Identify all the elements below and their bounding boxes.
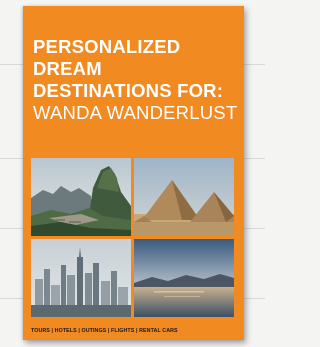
headline-line: DREAM bbox=[33, 58, 102, 79]
recipient-name: WANDA WANDERLUST bbox=[33, 102, 238, 123]
photo-pyramids bbox=[134, 158, 234, 236]
headline: PERSONALIZED DREAM DESTINATIONS FOR: WAN… bbox=[33, 36, 238, 124]
headline-line: PERSONALIZED bbox=[33, 36, 181, 57]
services-footer: TOURS | HOTELS | OUTINGS | FLIGHTS | REN… bbox=[31, 328, 178, 334]
photo-city-skyline bbox=[31, 239, 131, 317]
photo-sunset-lake bbox=[134, 239, 234, 317]
headline-line: DESTINATIONS FOR: bbox=[33, 80, 224, 101]
photo-grid bbox=[31, 158, 234, 320]
brochure-cover: PERSONALIZED DREAM DESTINATIONS FOR: WAN… bbox=[23, 6, 244, 340]
photo-mountain-ruins bbox=[31, 158, 131, 236]
